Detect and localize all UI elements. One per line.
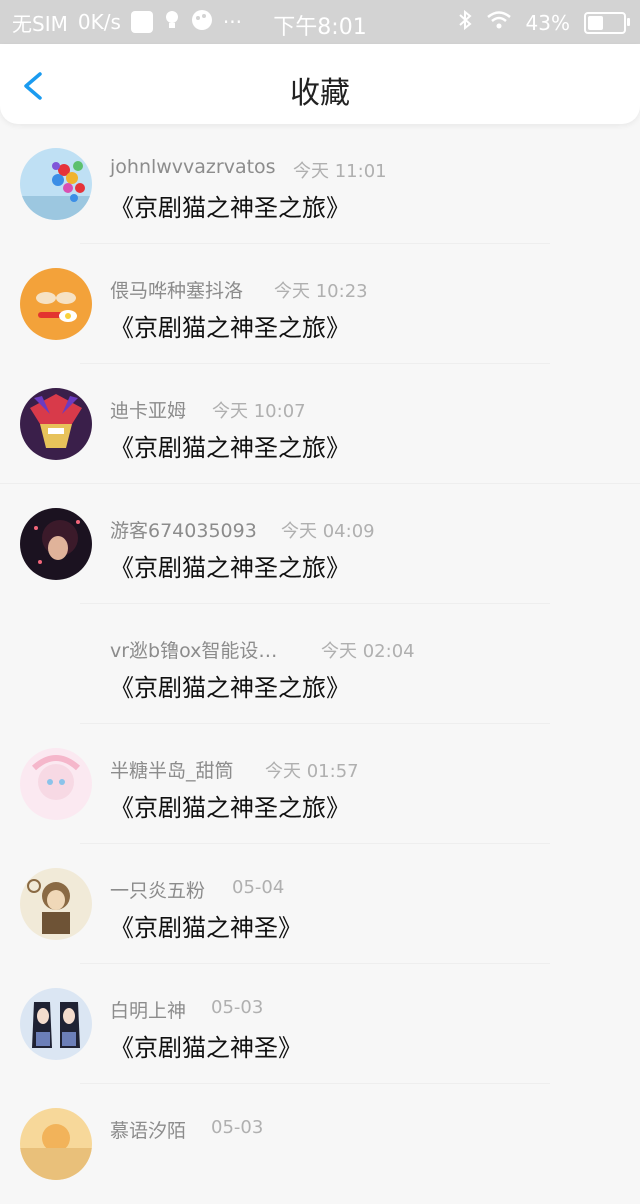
item-time: 今天 10:23 — [274, 281, 368, 302]
item-time: 今天 04:09 — [281, 521, 375, 542]
item-book-title: 《京剧猫之神圣之旅》 — [110, 674, 350, 702]
item-time: 今天 02:04 — [321, 641, 415, 662]
item-username: vr逖b镥ox智能设… — [110, 640, 278, 662]
item-username: 迪卡亚姆 — [110, 400, 187, 422]
item-time: 05-03 — [211, 997, 264, 1018]
item-book-title: 《京剧猫之神圣之旅》 — [110, 434, 350, 462]
balloons-avatar — [20, 148, 92, 220]
list-item[interactable]: johnlwvvazrvatos 今天 11:01 《京剧猫之神圣之旅》 — [0, 124, 640, 244]
anime-girls-avatar — [20, 988, 92, 1060]
item-username: johnlwvvazrvatos — [110, 156, 276, 178]
item-book-title: 《京剧猫之神圣》 — [110, 1034, 302, 1062]
food-avatar — [20, 268, 92, 340]
sepia-anime-avatar — [20, 868, 92, 940]
page-title: 收藏 — [290, 76, 350, 111]
sunset-avatar — [20, 1108, 92, 1180]
item-book-title: 《京剧猫之神圣之旅》 — [110, 794, 350, 822]
list-item[interactable]: 半糖半岛_甜筒 今天 01:57 《京剧猫之神圣之旅》 — [0, 724, 640, 844]
list-item[interactable]: 偎马哗种塞抖洛 今天 10:23 《京剧猫之神圣之旅》 — [0, 244, 640, 364]
item-username: 慕语汐陌 — [110, 1120, 187, 1142]
list-item[interactable]: 慕语汐陌 05-03 — [0, 1084, 640, 1204]
item-time: 今天 01:57 — [265, 761, 359, 782]
wifi-icon — [486, 10, 512, 35]
item-username: 游客674035093 — [110, 520, 257, 542]
item-book-title: 《京剧猫之神圣之旅》 — [110, 314, 350, 342]
list-item[interactable]: 一只炎五粉 05-04 《京剧猫之神圣》 — [0, 844, 640, 964]
item-username: 偎马哗种塞抖洛 — [110, 280, 244, 302]
list-item[interactable]: 白明上神 05-03 《京剧猫之神圣》 — [0, 964, 640, 1084]
list-item[interactable]: 迪卡亚姆 今天 10:07 《京剧猫之神圣之旅》 — [0, 364, 640, 484]
list-item[interactable]: vr逖b镥ox智能设… 今天 02:04 《京剧猫之神圣之旅》 — [0, 604, 640, 724]
item-username: 半糖半岛_甜筒 — [110, 760, 234, 782]
item-time: 05-04 — [232, 877, 285, 898]
battery-icon — [584, 11, 630, 34]
dark-portrait-avatar — [20, 508, 92, 580]
item-time: 今天 11:01 — [293, 161, 387, 182]
item-book-title: 《京剧猫之神圣》 — [110, 914, 302, 942]
nav-header: 收藏 — [0, 44, 640, 124]
item-username: 一只炎五粉 — [110, 880, 206, 902]
item-username: 白明上神 — [110, 1000, 187, 1022]
favorites-list: johnlwvvazrvatos 今天 11:01 《京剧猫之神圣之旅》 偎马哗… — [0, 124, 640, 1180]
anime-warrior-avatar — [20, 388, 92, 460]
item-book-title: 《京剧猫之神圣之旅》 — [110, 194, 350, 222]
item-time: 今天 10:07 — [212, 401, 306, 422]
pink-anime-avatar — [20, 748, 92, 820]
battery-percent: 43% — [525, 10, 570, 35]
status-bar: 无SIM 0K/s ··· 下午8:01 43% — [0, 0, 640, 44]
list-item[interactable]: 游客674035093 今天 04:09 《京剧猫之神圣之旅》 — [0, 484, 640, 604]
item-book-title: 《京剧猫之神圣之旅》 — [110, 554, 350, 582]
item-time: 05-03 — [211, 1117, 264, 1138]
bluetooth-icon — [458, 9, 472, 36]
